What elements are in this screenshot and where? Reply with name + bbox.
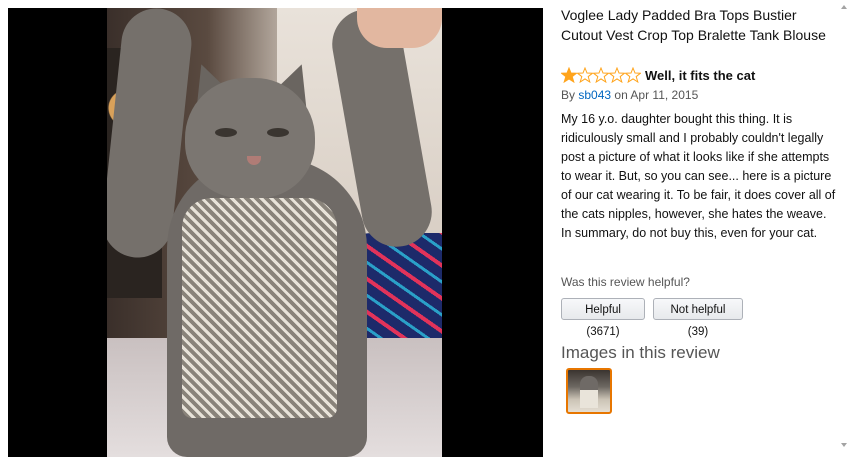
cat-eye-right <box>267 128 289 137</box>
star-filled-icon <box>561 67 577 83</box>
thumbnail-knit <box>580 390 598 408</box>
star-empty-icon <box>577 67 593 83</box>
review-image-thumbnail[interactable] <box>566 368 612 414</box>
product-title[interactable]: Voglee Lady Padded Bra Tops Bustier Cuto… <box>561 5 841 45</box>
helpful-button[interactable]: Helpful (3671) <box>561 298 645 338</box>
review-rating-row: Well, it fits the cat <box>561 66 755 84</box>
cat-head <box>185 78 315 198</box>
image-lightbox <box>8 8 543 457</box>
review-photo[interactable] <box>107 8 442 457</box>
not-helpful-button[interactable]: Not helpful (39) <box>653 298 743 338</box>
byline-prefix: By <box>561 88 576 102</box>
scroll-down-arrow-icon[interactable] <box>841 443 847 447</box>
cat-eye-left <box>215 128 237 137</box>
scrollbar[interactable] <box>839 0 850 469</box>
helpful-question: Was this review helpful? <box>561 275 690 289</box>
star-empty-icon <box>625 67 641 83</box>
crochet-top <box>182 198 337 418</box>
review-title[interactable]: Well, it fits the cat <box>645 68 755 83</box>
review-panel: Voglee Lady Padded Bra Tops Bustier Cuto… <box>561 0 841 469</box>
review-date: on Apr 11, 2015 <box>614 88 699 102</box>
star-empty-icon <box>609 67 625 83</box>
star-empty-icon <box>593 67 609 83</box>
review-body: My 16 y.o. daughter bought this thing. I… <box>561 112 836 240</box>
review-byline: By sb043 on Apr 11, 2015 <box>561 88 698 102</box>
images-heading: Images in this review <box>561 343 720 362</box>
author-link[interactable]: sb043 <box>578 88 611 102</box>
scroll-up-arrow-icon[interactable] <box>841 5 847 9</box>
person-hand <box>357 8 442 48</box>
star-rating[interactable] <box>561 67 641 83</box>
